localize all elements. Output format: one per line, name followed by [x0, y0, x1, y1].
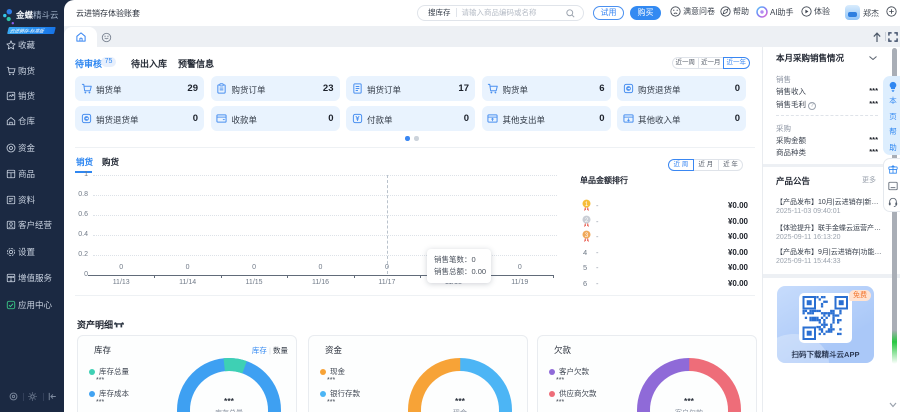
- svg-text:***: ***: [224, 396, 235, 406]
- svg-text:客户欠款: 客户欠款: [675, 408, 703, 412]
- svg-text:现金: 现金: [453, 408, 467, 412]
- svg-text:库存总量: 库存总量: [215, 408, 243, 412]
- svg-text:***: ***: [455, 396, 466, 406]
- svg-text:***: ***: [684, 396, 695, 406]
